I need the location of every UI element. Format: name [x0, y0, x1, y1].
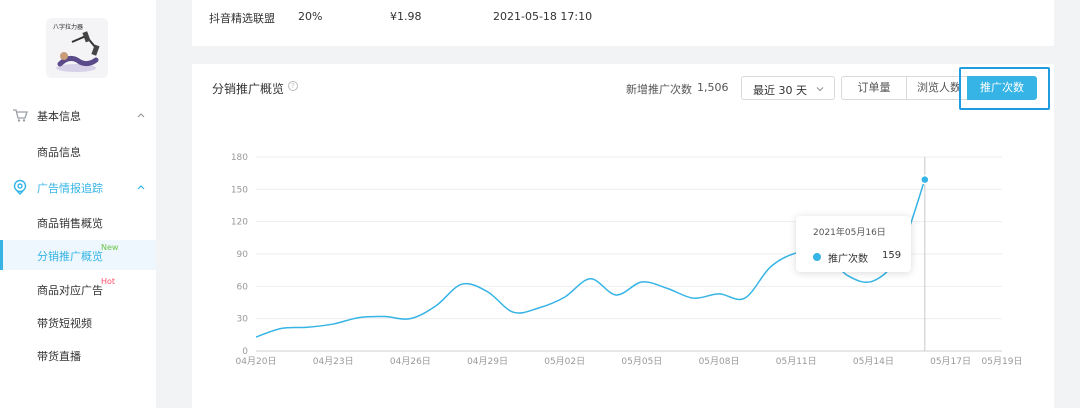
- tooltip-series-name: 推广次数: [828, 254, 868, 265]
- commission-rate-value: 20%: [298, 10, 323, 23]
- y-tick-label: 180: [231, 153, 248, 163]
- nav-group-basic-info[interactable]: 基本信息: [0, 102, 156, 128]
- y-tick-label: 0: [242, 347, 248, 357]
- sidebar-item-label: 商品销售概览: [37, 217, 103, 230]
- x-tick-label: 05月14日: [853, 356, 894, 367]
- sidebar-item-sales-overview[interactable]: 商品销售概览: [0, 207, 156, 237]
- sidebar-item-short-videos[interactable]: 带货短视频: [0, 307, 156, 337]
- x-tick-label: 04月20日: [236, 356, 277, 367]
- x-tick-label: 04月23日: [313, 356, 354, 367]
- x-tick-label: 05月19日: [982, 356, 1023, 367]
- highlight-point: [920, 174, 930, 185]
- tooltip-date: 2021年05月16日: [813, 228, 886, 238]
- distribution-channel-value: 抖音精选联盟: [209, 12, 275, 25]
- new-badge: New: [101, 243, 119, 252]
- chevron-up-icon[interactable]: [136, 182, 146, 192]
- product-thumbnail[interactable]: 八字拉力器: [46, 18, 108, 78]
- y-tick-label: 30: [237, 315, 249, 325]
- series-dot: [813, 253, 821, 261]
- x-tick-label: 05月17日: [930, 356, 971, 367]
- x-tick-label: 05月08日: [699, 356, 740, 367]
- product-photo: 八字拉力器: [46, 18, 108, 78]
- sidebar-item-distribution-overview[interactable]: 分销推广概览 New: [0, 240, 156, 270]
- sidebar-item-label: 带货直播: [37, 350, 81, 363]
- y-tick-label: 60: [237, 282, 249, 292]
- last-updated-value: 2021-05-18 17:10: [493, 10, 593, 23]
- location-pin-icon: [13, 179, 27, 195]
- nav-group-label: 基本信息: [37, 110, 81, 123]
- x-tick-label: 05月02日: [544, 356, 585, 367]
- sidebar: 八字拉力器 基本信息 商品信息 广告情报追踪 商品销售概览 分销推广概览 New…: [0, 0, 156, 408]
- x-tick-label: 04月29日: [467, 356, 508, 367]
- product-caption: 八字拉力器: [53, 23, 83, 31]
- x-tick-label: 04月26日: [390, 356, 431, 367]
- hot-badge: Hot: [101, 277, 116, 286]
- sidebar-item-label: 带货短视频: [37, 317, 92, 330]
- x-tick-label: 05月11日: [776, 356, 817, 367]
- commission-price-value: ¥1.98: [390, 10, 422, 23]
- sidebar-item-live-streams[interactable]: 带货直播: [0, 340, 156, 370]
- x-tick-label: 05月05日: [621, 356, 662, 367]
- tooltip-value: 159: [882, 250, 902, 261]
- sidebar-item-product-ads[interactable]: 商品对应广告 Hot: [0, 274, 156, 304]
- sidebar-item-label: 商品信息: [37, 146, 81, 159]
- y-tick-label: 150: [231, 185, 248, 195]
- nav-group-label: 广告情报追踪: [37, 182, 103, 195]
- cart-icon: [13, 109, 28, 122]
- promotion-line-chart[interactable]: 0 30 60 90 120 150 180 04月20日 04月23日 04月26日 04月29日…: [192, 64, 1054, 408]
- chart-tooltip: 2021年05月16日 推广次数 159: [796, 216, 911, 272]
- distribution-overview-card: 分销推广概览 ? 新增推广次数 1,506 最近 30 天 订单量 浏览人数 推…: [192, 64, 1054, 408]
- sidebar-item-label: 商品对应广告: [37, 284, 103, 297]
- distribution-info-card: 抖音精选联盟 20% ¥1.98 2021-05-18 17:10: [192, 0, 1054, 46]
- nav-group-ad-intel[interactable]: 广告情报追踪: [0, 174, 156, 200]
- sidebar-item-product-info[interactable]: 商品信息: [0, 136, 156, 166]
- chevron-up-icon[interactable]: [136, 110, 146, 120]
- y-tick-label: 90: [237, 250, 249, 260]
- sidebar-item-label: 分销推广概览: [37, 250, 103, 263]
- y-tick-label: 120: [231, 218, 248, 228]
